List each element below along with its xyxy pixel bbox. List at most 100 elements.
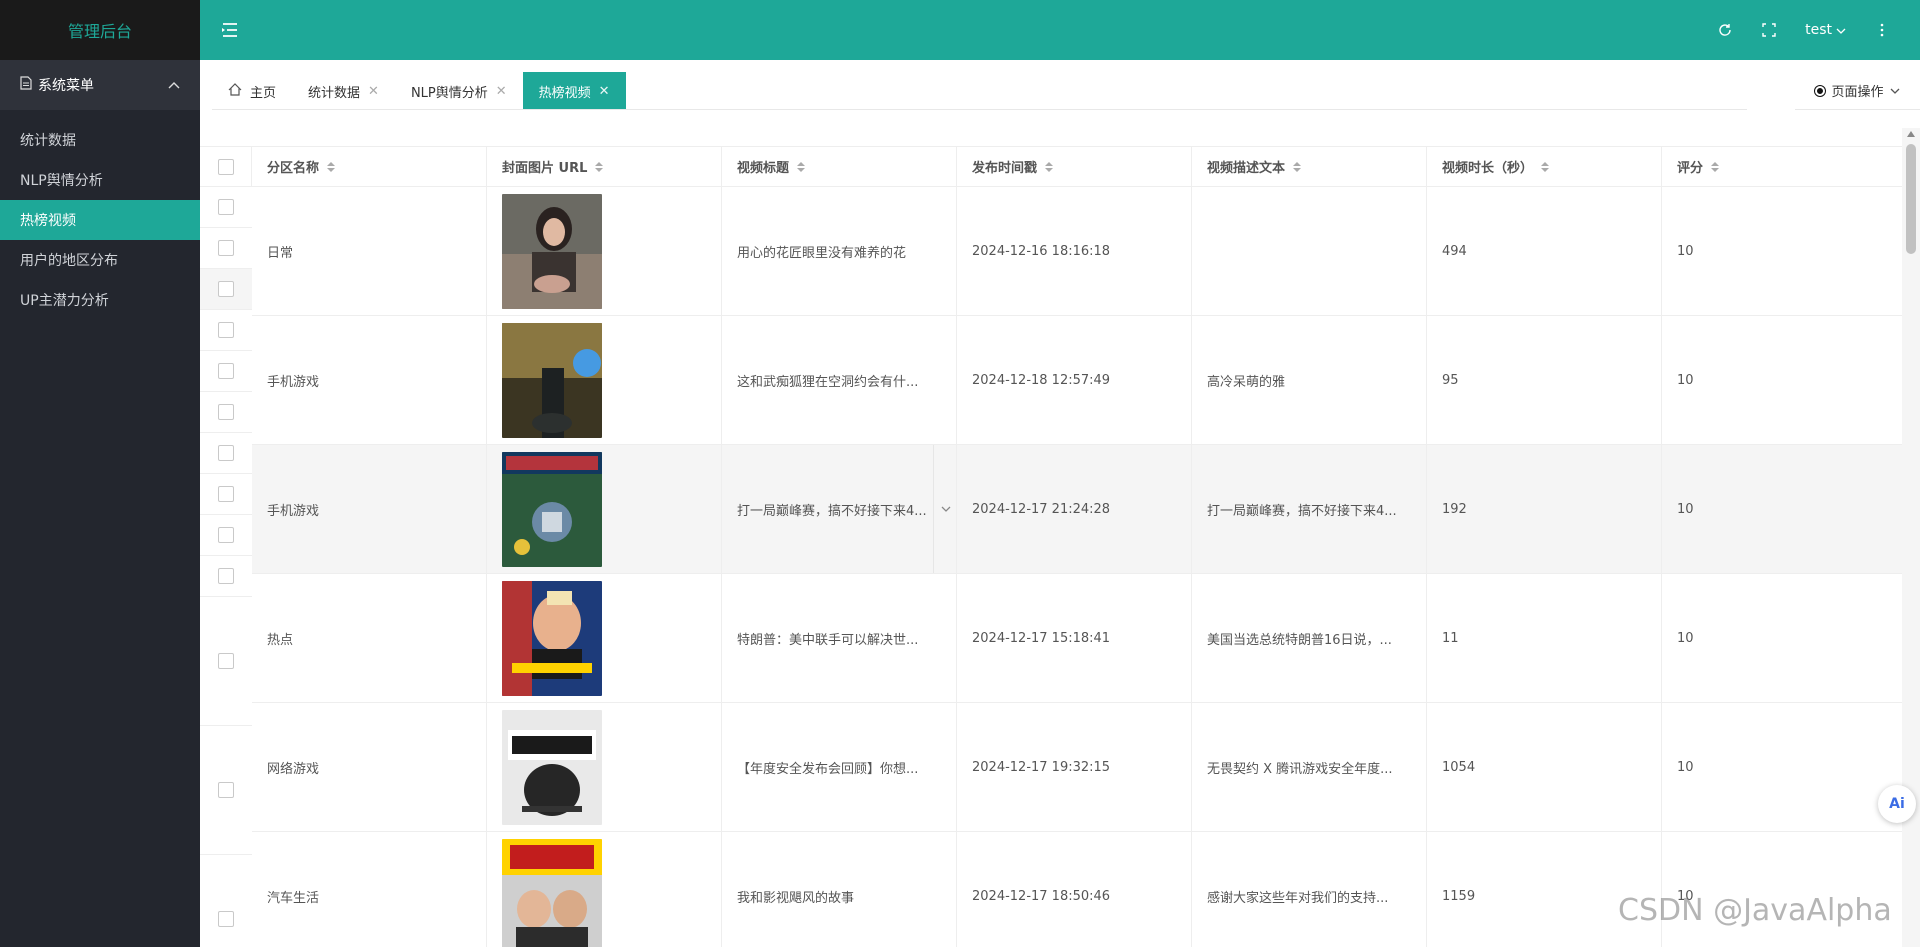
row-checkbox[interactable] — [218, 568, 234, 584]
sort-icon[interactable] — [1293, 161, 1302, 172]
col-header-time[interactable]: 发布时间戳 — [957, 147, 1192, 186]
sidebar-item-stats[interactable]: 统计数据 — [0, 120, 200, 160]
tab-home[interactable]: 主页 — [212, 72, 292, 110]
cell-score: 10 — [1677, 759, 1694, 775]
cell-time: 2024-12-17 15:18:41 — [957, 574, 1192, 702]
cell-title: 这和武痴狐狸在空洞约会有什... — [722, 316, 957, 444]
col-header-score[interactable]: 评分 — [1662, 147, 1902, 186]
sidebar-item-up-potential[interactable]: UP主潜力分析 — [0, 280, 200, 320]
cell-time: 2024-12-17 19:32:15 — [957, 703, 1192, 831]
page-operations-label: 页面操作 — [1831, 85, 1884, 100]
cell-title: 用心的花匠眼里没有难养的花 — [722, 187, 957, 315]
sort-icon[interactable] — [1711, 161, 1720, 172]
close-icon[interactable]: ✕ — [368, 84, 379, 99]
refresh-icon[interactable] — [1717, 22, 1733, 38]
col-header-duration[interactable]: 视频时长（秒） — [1427, 147, 1662, 186]
cell-time: 2024-12-17 18:50:46 — [957, 832, 1192, 947]
table-row[interactable]: 手机游戏 这和武痴狐狸在空洞约会有什... 2024-12-18 12:57:4… — [252, 316, 1902, 445]
row-checkbox-cell — [200, 310, 252, 351]
sidebar-item-nlp[interactable]: NLP舆情分析 — [0, 160, 200, 200]
cell-desc: 美国当选总统特朗普16日说，... — [1192, 574, 1427, 702]
table-row[interactable]: 手机游戏 打一局巅峰赛，搞不好接下来4... 2024-12-17 21:24:… — [252, 445, 1902, 574]
sort-icon[interactable] — [797, 161, 806, 172]
row-checkbox[interactable] — [218, 322, 234, 338]
row-checkbox-cell — [200, 556, 252, 597]
more-vertical-icon[interactable] — [1874, 22, 1890, 38]
sort-icon[interactable] — [1045, 161, 1054, 172]
sidebar-item-label: 热榜视频 — [20, 213, 76, 229]
close-icon[interactable]: ✕ — [599, 84, 610, 99]
cover-thumbnail[interactable] — [502, 451, 602, 567]
cell-cover — [487, 445, 722, 573]
sort-icon[interactable] — [327, 161, 336, 172]
col-header-cover[interactable]: 封面图片 URL — [487, 147, 722, 186]
row-checkbox-cell — [200, 228, 252, 269]
row-checkbox[interactable] — [218, 911, 234, 927]
cell-score: 10 — [1677, 372, 1694, 388]
table-row[interactable]: 网络游戏 【年度安全发布会回顾】你想... 2024-12-17 19:32:1… — [252, 703, 1902, 832]
close-icon[interactable]: ✕ — [496, 84, 507, 99]
col-header-title[interactable]: 视频标题 — [722, 147, 957, 186]
radio-dot-icon — [1815, 85, 1826, 96]
row-checkbox[interactable] — [218, 653, 234, 669]
row-checkbox-cell — [200, 351, 252, 392]
cell-desc: 打一局巅峰赛，搞不好接下来4... — [1192, 445, 1427, 573]
cover-thumbnail[interactable] — [502, 193, 602, 309]
tab-nlp[interactable]: NLP舆情分析 ✕ — [395, 72, 523, 110]
chevron-down-icon — [1890, 83, 1900, 98]
col-header-category[interactable]: 分区名称 — [252, 147, 487, 186]
row-checkbox[interactable] — [218, 782, 234, 798]
cell-title-text: 打一局巅峰赛，搞不好接下来4... — [737, 503, 927, 519]
tab-hot-videos[interactable]: 热榜视频 ✕ — [522, 72, 626, 110]
vertical-scrollbar[interactable] — [1902, 128, 1920, 947]
scrollbar-thumb[interactable] — [1906, 144, 1916, 254]
cell-category: 手机游戏 — [252, 445, 487, 573]
page-operations-dropdown[interactable]: 页面操作 — [1795, 72, 1920, 110]
cover-thumbnail[interactable] — [502, 838, 602, 947]
sort-icon[interactable] — [1541, 161, 1550, 172]
cell-duration: 1054 — [1427, 703, 1662, 831]
document-icon — [20, 76, 32, 94]
sort-icon[interactable] — [595, 161, 604, 172]
cell-time: 2024-12-17 21:24:28 — [957, 445, 1192, 573]
cover-thumbnail[interactable] — [502, 322, 602, 438]
cell-duration: 95 — [1427, 316, 1662, 444]
row-checkbox[interactable] — [218, 445, 234, 461]
menu-group-system[interactable]: 系统菜单 — [0, 60, 200, 110]
scroll-up-icon[interactable] — [1907, 131, 1915, 137]
tab-bar: 主页 统计数据 ✕ NLP舆情分析 ✕ 热榜视频 ✕ 页面操作 — [200, 60, 1920, 110]
row-checkbox[interactable] — [218, 240, 234, 256]
row-checkbox-cell — [200, 515, 252, 556]
table-header: 分区名称 封面图片 URL 视频标题 发布时间戳 视频描述文本 视频时长（秒） … — [200, 146, 1902, 187]
table-row[interactable]: 汽车生活 我和影视飓风的故事 2024-12-17 18:50:46 感谢大家这… — [252, 832, 1902, 947]
select-all-checkbox[interactable] — [217, 158, 234, 175]
fullscreen-icon[interactable] — [1761, 22, 1777, 38]
col-header-desc[interactable]: 视频描述文本 — [1192, 147, 1427, 186]
table-row[interactable]: 日常 用心的花匠眼里没有难养的花 2024-12-16 18:16:18 494… — [252, 187, 1902, 316]
app-title: 管理后台 — [0, 0, 200, 60]
row-checkbox[interactable] — [218, 281, 234, 297]
row-checkbox-cell — [200, 855, 252, 947]
menu-toggle-icon[interactable] — [220, 20, 240, 40]
cover-thumbnail[interactable] — [502, 580, 602, 696]
row-checkbox[interactable] — [218, 404, 234, 420]
table-row[interactable]: 热点 特朗普：美中联手可以解决世... 2024-12-17 15:18:41 … — [252, 574, 1902, 703]
col-header-label: 视频时长（秒） — [1442, 161, 1534, 176]
sidebar-item-hot-videos[interactable]: 热榜视频 — [0, 200, 200, 240]
col-header-label: 分区名称 — [267, 161, 320, 176]
tab-stats[interactable]: 统计数据 ✕ — [292, 72, 395, 110]
cell-title: 我和影视飓风的故事 — [722, 832, 957, 947]
row-checkbox[interactable] — [218, 486, 234, 502]
ai-assistant-button[interactable]: Ai — [1878, 785, 1916, 823]
row-checkbox[interactable] — [218, 199, 234, 215]
cell-duration: 192 — [1427, 445, 1662, 573]
user-menu[interactable]: test — [1805, 22, 1846, 38]
row-checkbox[interactable] — [218, 363, 234, 379]
sidebar-item-region[interactable]: 用户的地区分布 — [0, 240, 200, 280]
cover-thumbnail[interactable] — [502, 709, 602, 825]
row-checkbox-cell — [200, 187, 252, 228]
expand-cell-icon[interactable] — [933, 445, 957, 573]
cell-time: 2024-12-18 12:57:49 — [957, 316, 1192, 444]
top-header: test — [200, 0, 1920, 60]
row-checkbox[interactable] — [218, 527, 234, 543]
